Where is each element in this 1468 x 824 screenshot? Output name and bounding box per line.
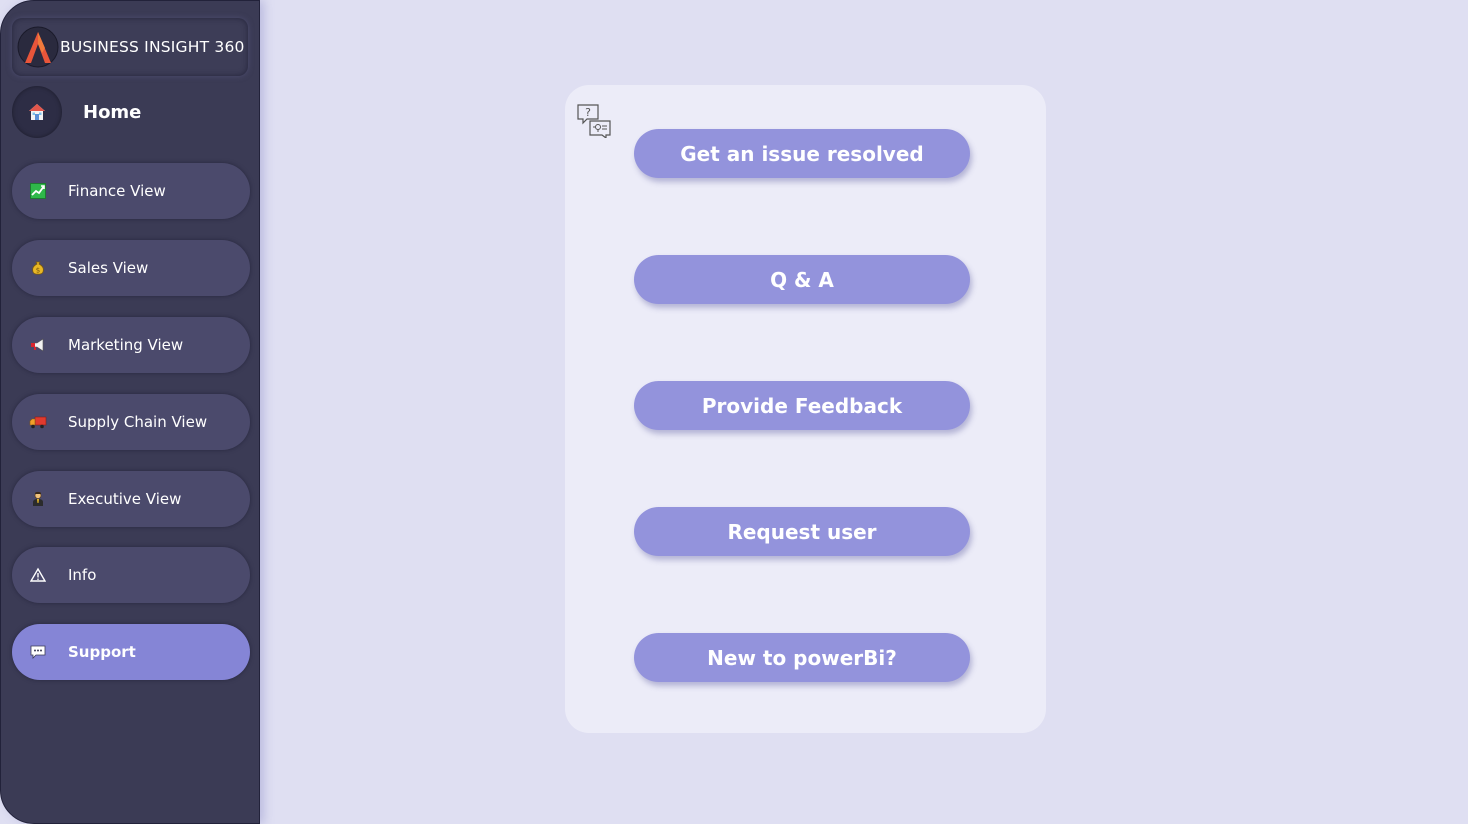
home-nav[interactable]: Home [12,86,141,138]
nav-item-label: Support [68,643,136,661]
nav-item-label: Supply Chain View [68,413,208,431]
chart-up-icon [28,181,48,201]
nav-item-label: Executive View [68,490,182,508]
new-to-powerbi-button[interactable]: New to powerBi? [634,633,970,682]
logo-icon [16,25,60,69]
brand-title: BUSINESS INSIGHT 360 [60,38,245,56]
nav-item-finance-view[interactable]: Finance View [12,163,250,219]
nav-item-label: Marketing View [68,336,184,354]
home-icon[interactable] [12,86,62,138]
nav-item-supply-chain-view[interactable]: Supply Chain View [12,394,250,450]
nav-item-label: Finance View [68,182,166,200]
nav-item-label: Info [68,566,97,584]
warning-icon [28,565,48,585]
get-issue-resolved-button[interactable]: Get an issue resolved [634,129,970,178]
svg-text:?: ? [585,106,591,119]
sidebar: BUSINESS INSIGHT 360 Home Finance View $… [0,0,260,824]
svg-text:$: $ [36,267,40,275]
qa-button[interactable]: Q & A [634,255,970,304]
money-bag-icon: $ [28,258,48,278]
truck-icon [28,412,48,432]
nav-item-label: Sales View [68,259,149,277]
nav-item-marketing-view[interactable]: Marketing View [12,317,250,373]
home-label[interactable]: Home [83,102,141,123]
provide-feedback-button[interactable]: Provide Feedback [634,381,970,430]
brand-header: BUSINESS INSIGHT 360 [12,18,248,76]
request-user-button[interactable]: Request user [634,507,970,556]
megaphone-icon [28,335,48,355]
chat-bubble-icon [28,642,48,662]
nav-item-executive-view[interactable]: Executive View [12,471,250,527]
executive-icon [28,489,48,509]
nav-item-sales-view[interactable]: $ Sales View [12,240,250,296]
nav-item-info[interactable]: Info [12,547,250,603]
nav-item-support[interactable]: Support [12,624,250,680]
question-chat-icon: ? [576,102,612,140]
